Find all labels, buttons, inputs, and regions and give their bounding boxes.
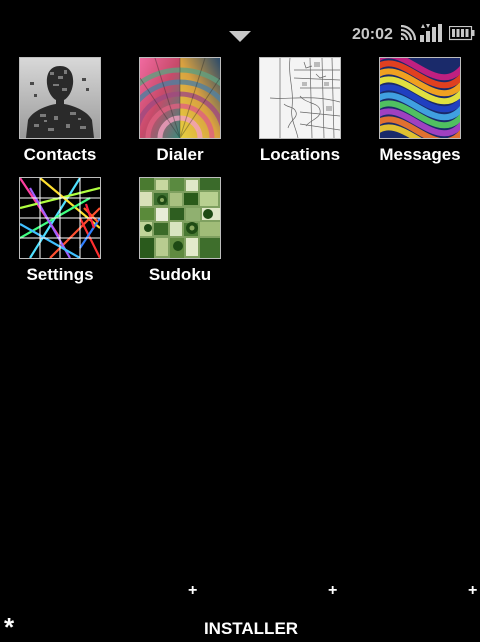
signal-icon <box>420 24 444 42</box>
sudoku-icon <box>139 177 221 259</box>
app-label: Messages <box>379 145 461 164</box>
drawer-arrow-icon[interactable] <box>229 31 251 42</box>
dock-plus-marker[interactable]: + <box>328 582 337 600</box>
app-label: Contacts <box>23 145 97 164</box>
app-messages[interactable]: Messages <box>360 57 480 167</box>
app-label: Settings <box>26 265 94 284</box>
app-label: Sudoku <box>148 265 212 284</box>
app-contacts[interactable]: Contacts <box>0 57 120 167</box>
locations-icon <box>259 57 341 139</box>
app-locations[interactable]: Locations <box>240 57 360 167</box>
dock-plus-marker[interactable]: + <box>468 582 477 600</box>
settings-icon <box>19 177 101 259</box>
status-bar: 20:02 <box>0 0 480 48</box>
app-dialer[interactable]: Dialer <box>120 57 240 167</box>
app-settings[interactable]: Settings <box>0 177 120 287</box>
clock: 20:02 <box>352 26 393 43</box>
app-sudoku[interactable]: Sudoku <box>120 177 240 287</box>
app-label: Locations <box>259 145 341 164</box>
contacts-icon <box>19 57 101 139</box>
dialer-icon <box>139 57 221 139</box>
app-label: Dialer <box>156 145 204 164</box>
installer-button[interactable]: INSTALLER <box>0 619 480 639</box>
wifi-icon <box>400 24 417 41</box>
messages-icon <box>379 57 461 139</box>
battery-icon <box>448 25 475 42</box>
dock-plus-marker[interactable]: + <box>188 582 197 600</box>
